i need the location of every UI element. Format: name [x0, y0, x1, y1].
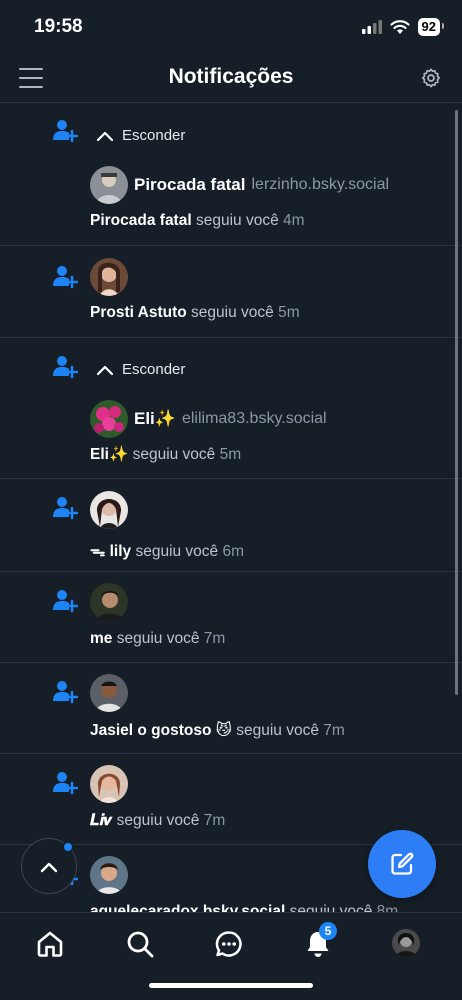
- actor-name[interactable]: Jasiel o gostoso 😼: [90, 722, 232, 739]
- compose-button[interactable]: [368, 830, 436, 898]
- actor-name[interactable]: 𝑳𝒊𝒗: [90, 812, 112, 829]
- action-text: seguiu você: [191, 304, 274, 321]
- search-icon[interactable]: [125, 929, 155, 959]
- header: Notificações: [0, 56, 462, 103]
- avatar[interactable]: [90, 166, 128, 204]
- timestamp: 7m: [203, 812, 226, 829]
- avatar[interactable]: [90, 491, 128, 529]
- notification-item[interactable]: Esconder Pirocada fatal lerzinho.bsky.so…: [0, 104, 462, 246]
- status-bar: 19:58 92: [0, 0, 462, 56]
- notifications-tab[interactable]: 5: [303, 922, 337, 959]
- action-text: seguiu você: [289, 903, 373, 912]
- status-icons: 92: [361, 18, 445, 36]
- compose-icon: [391, 852, 414, 875]
- chevron-up-icon: [96, 365, 114, 375]
- avatar[interactable]: [90, 765, 128, 803]
- profile-avatar-tab[interactable]: [392, 929, 420, 957]
- notifications-badge: 5: [319, 922, 337, 940]
- action-text: seguiu você: [132, 446, 216, 463]
- signal-icon: [361, 20, 382, 34]
- notification-text: Prosti Astuto seguiu você 5m: [90, 304, 300, 322]
- notification-item[interactable]: me seguiu você 7m: [0, 572, 462, 663]
- profile-name[interactable]: Pirocada fatal: [134, 175, 246, 195]
- timestamp: 4m: [283, 212, 305, 229]
- profile-handle: lerzinho.bsky.social: [251, 176, 390, 193]
- action-text: seguiu você: [135, 543, 219, 560]
- status-time: 19:58: [34, 16, 83, 37]
- notifications-feed[interactable]: Esconder Pirocada fatal lerzinho.bsky.so…: [0, 104, 462, 912]
- scroll-to-top-button[interactable]: [21, 838, 77, 894]
- actor-name[interactable]: Prosti Astuto: [90, 304, 187, 321]
- action-text: seguiu você: [236, 722, 319, 739]
- actor-name[interactable]: ᯓ lily: [90, 543, 131, 560]
- chevron-up-icon: [96, 131, 114, 141]
- action-text: seguiu você: [195, 212, 279, 229]
- follow-icon: [53, 120, 78, 143]
- timestamp: 7m: [203, 630, 226, 647]
- notification-item[interactable]: Esconder Eli✨ elilima83.bsky.social Eli✨…: [0, 338, 462, 479]
- scrollbar[interactable]: [455, 110, 458, 695]
- profile-line[interactable]: Eli✨ elilima83.bsky.social: [90, 400, 327, 438]
- follow-icon: [53, 590, 78, 613]
- notification-text: aquelecaradox.bsky.social seguiu você 8m: [90, 903, 398, 912]
- new-items-dot: [62, 841, 74, 853]
- actor-name[interactable]: Pirocada fatal: [90, 212, 192, 229]
- timestamp: 5m: [278, 304, 300, 321]
- avatar[interactable]: [90, 400, 128, 438]
- notification-text: 𝑳𝒊𝒗 seguiu você 7m: [90, 812, 225, 830]
- timestamp: 8m: [376, 903, 399, 912]
- collapse-toggle[interactable]: Esconder: [96, 361, 185, 378]
- avatar: [392, 929, 420, 957]
- chevron-up-icon: [40, 862, 58, 872]
- battery-indicator: 92: [417, 18, 445, 36]
- timestamp: 5m: [219, 446, 242, 463]
- actor-name[interactable]: aquelecaradox.bsky.social: [90, 903, 285, 912]
- notification-text: me seguiu você 7m: [90, 630, 225, 648]
- action-text: seguiu você: [116, 812, 200, 829]
- notification-text: Pirocada fatal seguiu você 4m: [90, 212, 305, 230]
- actor-name[interactable]: me: [90, 630, 112, 647]
- collapse-toggle[interactable]: Esconder: [96, 127, 185, 144]
- page-title: Notificações: [168, 65, 294, 88]
- chat-icon[interactable]: [214, 929, 244, 959]
- avatar[interactable]: [90, 258, 128, 296]
- follow-icon: [53, 772, 78, 795]
- follow-icon: [53, 497, 78, 520]
- action-text: seguiu você: [116, 630, 200, 647]
- home-indicator: [149, 983, 313, 988]
- notification-text: ᯓ lily seguiu você 6m: [90, 539, 244, 561]
- collapse-label: Esconder: [122, 127, 186, 144]
- notification-text: Eli✨ seguiu você 5m: [90, 445, 241, 464]
- notification-item[interactable]: ᯓ lily seguiu você 6m: [0, 479, 462, 572]
- follow-icon: [53, 356, 78, 379]
- profile-line[interactable]: Pirocada fatal lerzinho.bsky.social: [90, 166, 389, 204]
- collapse-label: Esconder: [122, 361, 186, 378]
- notification-item[interactable]: Jasiel o gostoso 😼 seguiu você 7m: [0, 663, 462, 754]
- timestamp: 7m: [323, 722, 345, 739]
- follow-icon: [53, 266, 78, 289]
- profile-handle: elilima83.bsky.social: [181, 410, 327, 427]
- wifi-icon: [389, 19, 410, 34]
- actor-name[interactable]: Eli✨: [90, 446, 128, 463]
- avatar[interactable]: [90, 583, 128, 621]
- timestamp: 6m: [222, 543, 245, 560]
- profile-name[interactable]: Eli✨: [134, 409, 176, 429]
- follow-icon: [53, 681, 78, 704]
- gear-icon[interactable]: [420, 67, 442, 89]
- avatar[interactable]: [90, 856, 128, 894]
- home-icon[interactable]: [35, 929, 65, 959]
- notification-item[interactable]: Prosti Astuto seguiu você 5m: [0, 246, 462, 338]
- notification-text: Jasiel o gostoso 😼 seguiu você 7m: [90, 721, 345, 740]
- avatar[interactable]: [90, 674, 128, 712]
